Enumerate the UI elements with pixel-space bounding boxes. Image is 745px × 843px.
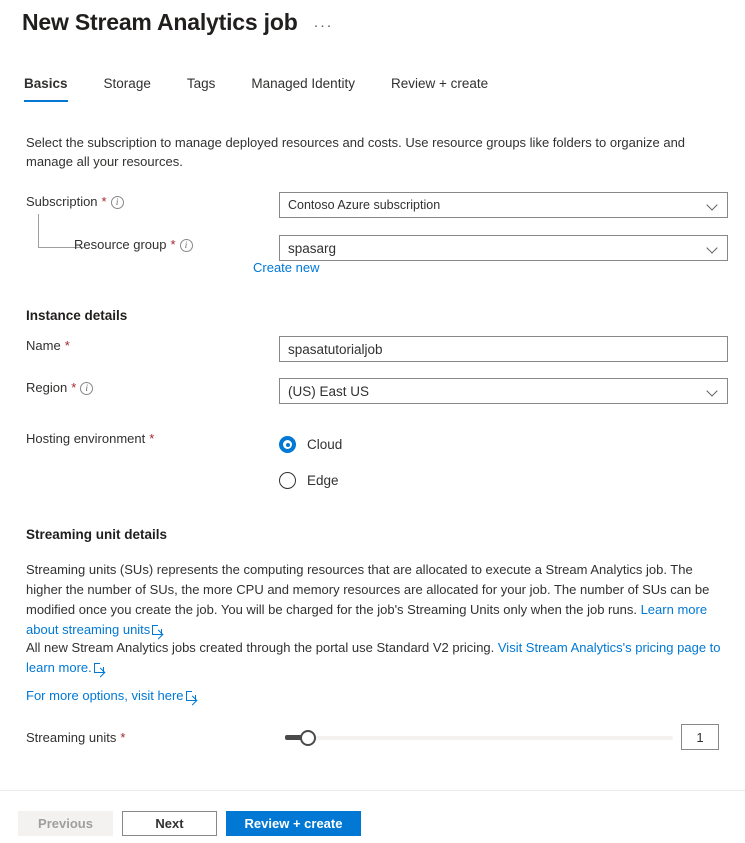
resource-group-dropdown[interactable]: spasarg — [279, 235, 728, 261]
tab-basics[interactable]: Basics — [24, 74, 68, 102]
chevron-down-icon — [708, 200, 718, 210]
info-icon[interactable]: i — [180, 239, 193, 252]
region-label-text: Region — [26, 380, 67, 395]
subscription-row: Subscription * i Contoso Azure subscript… — [26, 192, 728, 214]
streaming-units-label-text: Streaming units — [26, 730, 116, 745]
next-button[interactable]: Next — [122, 811, 217, 836]
radio-label-edge: Edge — [307, 473, 339, 488]
radio-option-edge[interactable]: Edge — [279, 472, 339, 489]
required-asterisk: * — [120, 730, 125, 745]
name-label: Name * — [26, 338, 70, 353]
slider-track — [285, 736, 673, 740]
pricing-description-text: All new Stream Analytics jobs created th… — [26, 640, 498, 655]
streaming-units-slider[interactable] — [285, 728, 673, 748]
external-link-icon — [94, 663, 104, 673]
tab-managed-identity[interactable]: Managed Identity — [251, 74, 355, 102]
name-input[interactable]: spasatutorialjob — [279, 336, 728, 362]
intro-description: Select the subscription to manage deploy… — [26, 133, 686, 171]
external-link-icon — [186, 691, 196, 701]
subscription-dropdown[interactable]: Contoso Azure subscription — [279, 192, 728, 218]
region-label: Region * i — [26, 380, 93, 395]
streaming-unit-details-heading: Streaming unit details — [26, 527, 167, 542]
more-options-icon[interactable]: ··· — [312, 14, 336, 37]
radio-option-cloud[interactable]: Cloud — [279, 436, 342, 453]
name-value: spasatutorialjob — [288, 342, 383, 357]
hosting-environment-label: Hosting environment * — [26, 431, 154, 446]
resource-group-label: Resource group * i — [74, 237, 193, 252]
radio-button-edge[interactable] — [279, 472, 296, 489]
info-icon[interactable]: i — [111, 196, 124, 209]
new-stream-analytics-job-page: New Stream Analytics job ··· Basics Stor… — [0, 0, 745, 843]
external-link-icon — [152, 625, 162, 635]
name-label-text: Name — [26, 338, 61, 353]
info-icon[interactable]: i — [80, 382, 93, 395]
chevron-down-icon — [708, 386, 718, 396]
radio-button-cloud[interactable] — [279, 436, 296, 453]
footer-divider — [0, 790, 745, 791]
subscription-label: Subscription * i — [26, 194, 124, 209]
page-header: New Stream Analytics job ··· — [22, 8, 335, 37]
subscription-value: Contoso Azure subscription — [288, 198, 440, 212]
resource-group-row: Resource group * i spasarg — [26, 235, 728, 257]
subscription-label-text: Subscription — [26, 194, 98, 209]
streaming-units-value-input[interactable]: 1 — [681, 724, 719, 750]
footer-actions: Previous Next Review + create — [18, 811, 361, 836]
create-new-resource-group-link[interactable]: Create new — [253, 260, 319, 275]
tab-review-create[interactable]: Review + create — [391, 74, 488, 102]
resource-group-value: spasarg — [288, 241, 336, 256]
required-asterisk: * — [171, 237, 176, 252]
instance-details-heading: Instance details — [26, 308, 127, 323]
chevron-down-icon — [708, 243, 718, 253]
hosting-environment-row: Hosting environment * — [26, 429, 728, 489]
resource-group-label-text: Resource group — [74, 237, 167, 252]
radio-label-cloud: Cloud — [307, 437, 342, 452]
tab-storage[interactable]: Storage — [104, 74, 151, 102]
slider-thumb[interactable] — [300, 730, 316, 746]
region-row: Region * i (US) East US — [26, 378, 728, 400]
region-dropdown[interactable]: (US) East US — [279, 378, 728, 404]
required-asterisk: * — [102, 194, 107, 209]
name-row: Name * spasatutorialjob — [26, 336, 728, 358]
required-asterisk: * — [149, 431, 154, 446]
streaming-units-description-text: Streaming units (SUs) represents the com… — [26, 562, 709, 617]
region-value: (US) East US — [288, 384, 369, 399]
required-asterisk: * — [65, 338, 70, 353]
page-title: New Stream Analytics job — [22, 9, 298, 36]
streaming-units-description: Streaming units (SUs) represents the com… — [26, 560, 723, 640]
more-options-row: For more options, visit here — [26, 686, 723, 706]
streaming-units-label: Streaming units * — [26, 730, 125, 745]
hosting-environment-label-text: Hosting environment — [26, 431, 145, 446]
previous-button: Previous — [18, 811, 113, 836]
required-asterisk: * — [71, 380, 76, 395]
tab-tags[interactable]: Tags — [187, 74, 216, 102]
tab-bar: Basics Storage Tags Managed Identity Rev… — [24, 74, 524, 102]
pricing-description: All new Stream Analytics jobs created th… — [26, 638, 723, 678]
review-create-button[interactable]: Review + create — [226, 811, 361, 836]
more-options-link[interactable]: For more options, visit here — [26, 688, 184, 703]
